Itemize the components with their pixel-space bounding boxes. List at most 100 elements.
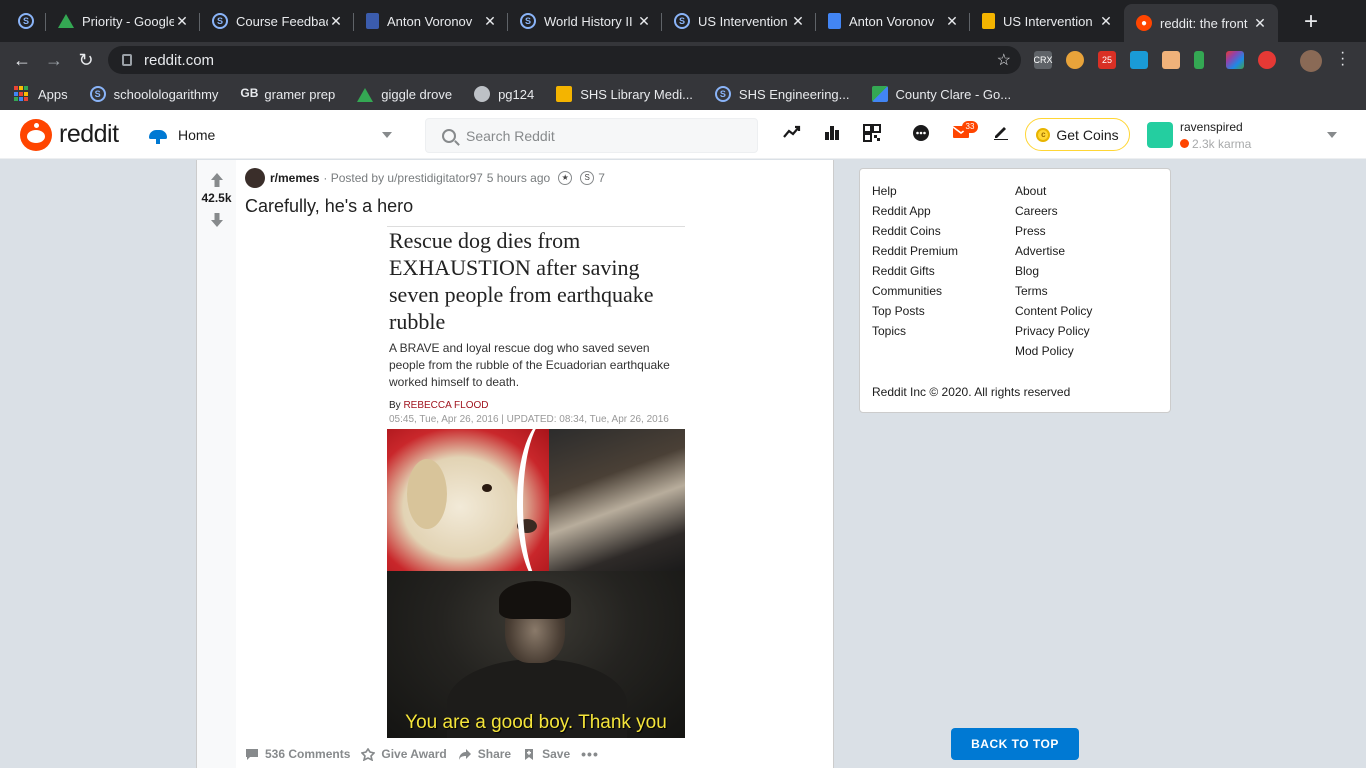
leaderboard-icon[interactable] bbox=[822, 124, 842, 144]
bookmark-shs-library[interactable]: SHS Library Medi... bbox=[556, 86, 693, 102]
footer-link-content-policy[interactable]: Content Policy bbox=[1015, 303, 1092, 323]
bookmark-gramer-prep[interactable]: GB gramer prep bbox=[240, 86, 335, 102]
more-options-icon[interactable]: ••• bbox=[581, 746, 599, 762]
article-headline: Rescue dog dies from EXHAUSTION after sa… bbox=[389, 228, 654, 334]
tab-us-intervention-2[interactable]: US Intervention ✕ bbox=[970, 4, 1124, 38]
new-tab-button[interactable]: + bbox=[1304, 8, 1318, 36]
tab-anton-voronov-1[interactable]: Anton Voronov ✕ bbox=[354, 4, 508, 38]
posted-by-link[interactable]: · Posted by u/prestidigitator97 bbox=[323, 171, 482, 185]
tab-title: US Intervention bbox=[1003, 13, 1093, 29]
footer-link-reddit-app[interactable]: Reddit App bbox=[872, 203, 958, 223]
tab-world-history[interactable]: S World History II ✕ bbox=[508, 4, 662, 38]
green-extension-icon[interactable] bbox=[1194, 51, 1204, 69]
footer-link-reddit-premium[interactable]: Reddit Premium bbox=[872, 243, 958, 263]
reddit-logo-icon[interactable] bbox=[20, 119, 52, 151]
red-extension-icon[interactable] bbox=[1258, 51, 1276, 69]
tab-anton-voronov-2[interactable]: Anton Voronov ✕ bbox=[816, 4, 970, 38]
article-date: 05:45, Tue, Apr 26, 2016 | UPDATED: 08:3… bbox=[389, 414, 669, 425]
share-icon bbox=[458, 748, 471, 760]
search-box[interactable] bbox=[425, 118, 758, 153]
tab-title: US Intervention bbox=[698, 13, 788, 29]
bookmark-giggle-drove[interactable]: giggle drove bbox=[357, 86, 452, 102]
ard-extension-icon[interactable]: 25 bbox=[1098, 51, 1116, 69]
chevron-down-icon bbox=[382, 132, 392, 138]
search-input[interactable] bbox=[466, 127, 736, 144]
close-tab-icon[interactable]: ✕ bbox=[328, 13, 344, 30]
footer-links-col-2: About Careers Press Advertise Blog Terms… bbox=[1015, 183, 1092, 363]
get-coins-button[interactable]: c Get Coins bbox=[1025, 118, 1130, 151]
footer-link-communities[interactable]: Communities bbox=[872, 283, 958, 303]
bookmark-label: County Clare - Go... bbox=[895, 86, 1012, 102]
close-tab-icon[interactable]: ✕ bbox=[1098, 13, 1114, 30]
home-label: Home bbox=[178, 127, 216, 143]
face-extension-icon[interactable] bbox=[1162, 51, 1180, 69]
reddit-wordmark[interactable]: reddit bbox=[59, 120, 119, 149]
footer-link-top-posts[interactable]: Top Posts bbox=[872, 303, 958, 323]
browser-menu-icon[interactable]: · · · bbox=[1340, 45, 1345, 73]
apps-grid-icon bbox=[14, 86, 30, 102]
checkmark-extension-icon[interactable] bbox=[1130, 51, 1148, 69]
tab-schoology[interactable]: S bbox=[0, 4, 46, 38]
schoology-icon: S bbox=[714, 86, 731, 102]
upvote-arrow-icon[interactable] bbox=[210, 172, 224, 188]
close-tab-icon[interactable]: ✕ bbox=[174, 13, 190, 30]
downvote-arrow-icon[interactable] bbox=[210, 212, 224, 228]
chat-icon[interactable] bbox=[911, 124, 931, 144]
bookmark-schoolologarithmy[interactable]: S schoolologarithmy bbox=[89, 86, 218, 102]
close-tab-icon[interactable]: ✕ bbox=[636, 13, 652, 30]
footer-link-reddit-coins[interactable]: Reddit Coins bbox=[872, 223, 958, 243]
tab-title: World History II bbox=[544, 13, 633, 29]
footer-link-careers[interactable]: Careers bbox=[1015, 203, 1092, 223]
tab-us-intervention-1[interactable]: S US Intervention ✕ bbox=[662, 4, 816, 38]
bookmark-label: gramer prep bbox=[264, 86, 336, 102]
close-tab-icon[interactable]: ✕ bbox=[944, 13, 960, 30]
subreddit-avatar[interactable] bbox=[245, 168, 265, 188]
bookmark-apps[interactable]: Apps bbox=[14, 86, 68, 102]
forward-arrow-icon[interactable]: → bbox=[38, 50, 70, 71]
footer-link-help[interactable]: Help bbox=[872, 183, 958, 203]
reddit-live-icon[interactable] bbox=[862, 124, 882, 144]
owl-extension-icon[interactable] bbox=[1066, 51, 1084, 69]
give-award-button[interactable]: Give Award bbox=[361, 747, 447, 761]
document-icon bbox=[366, 13, 379, 29]
create-post-pencil-icon[interactable] bbox=[991, 124, 1011, 144]
google-docs-icon bbox=[828, 13, 841, 29]
bookmark-county-clare[interactable]: County Clare - Go... bbox=[871, 86, 1012, 102]
post-image[interactable]: Rescue dog dies from EXHAUSTION after sa… bbox=[387, 226, 685, 738]
footer-link-terms[interactable]: Terms bbox=[1015, 283, 1092, 303]
home-dropdown[interactable]: Home bbox=[148, 118, 398, 152]
footer-link-advertise[interactable]: Advertise bbox=[1015, 243, 1092, 263]
reload-icon[interactable]: ↻ bbox=[70, 50, 102, 71]
share-button[interactable]: Share bbox=[458, 747, 511, 761]
tab-reddit[interactable]: ● reddit: the front ✕ bbox=[1124, 4, 1278, 42]
post-card[interactable]: 42.5k r/memes · Posted by u/prestidigita… bbox=[196, 160, 834, 768]
address-bar[interactable]: reddit.com ☆ bbox=[108, 46, 1021, 74]
footer-link-topics[interactable]: Topics bbox=[872, 323, 958, 343]
footer-link-reddit-gifts[interactable]: Reddit Gifts bbox=[872, 263, 958, 283]
trending-icon[interactable] bbox=[782, 124, 802, 144]
tab-priority[interactable]: Priority - Google ✕ bbox=[46, 4, 200, 38]
subreddit-link[interactable]: r/memes bbox=[270, 171, 319, 185]
post-title[interactable]: Carefully, he's a hero bbox=[245, 196, 413, 217]
close-tab-icon[interactable]: ✕ bbox=[1252, 15, 1268, 32]
footer-link-privacy-policy[interactable]: Privacy Policy bbox=[1015, 323, 1092, 343]
bookmark-shs-engineering[interactable]: S SHS Engineering... bbox=[714, 86, 850, 102]
close-tab-icon[interactable]: ✕ bbox=[790, 13, 806, 30]
profile-avatar[interactable] bbox=[1300, 50, 1322, 72]
footer-link-mod-policy[interactable]: Mod Policy bbox=[1015, 343, 1092, 363]
bookmark-pg124[interactable]: pg124 bbox=[474, 86, 534, 102]
crx-extension-icon[interactable]: CRX bbox=[1034, 51, 1053, 69]
back-to-top-button[interactable]: BACK TO TOP bbox=[951, 728, 1079, 760]
post-meta: r/memes · Posted by u/prestidigitator97 … bbox=[245, 168, 605, 188]
user-dropdown[interactable]: ravenspired 2.3k karma bbox=[1147, 120, 1347, 154]
back-arrow-icon[interactable]: ← bbox=[6, 50, 38, 71]
close-tab-icon[interactable]: ✕ bbox=[482, 13, 498, 30]
footer-link-blog[interactable]: Blog bbox=[1015, 263, 1092, 283]
footer-link-press[interactable]: Press bbox=[1015, 223, 1092, 243]
save-button[interactable]: Save bbox=[522, 747, 570, 761]
footer-link-about[interactable]: About bbox=[1015, 183, 1092, 203]
comments-button[interactable]: 536 Comments bbox=[245, 747, 350, 761]
color-extension-icon[interactable] bbox=[1226, 51, 1244, 69]
tab-course-feedback[interactable]: S Course Feedback ✕ bbox=[200, 4, 354, 38]
bookmark-star-icon[interactable]: ☆ bbox=[997, 50, 1011, 70]
